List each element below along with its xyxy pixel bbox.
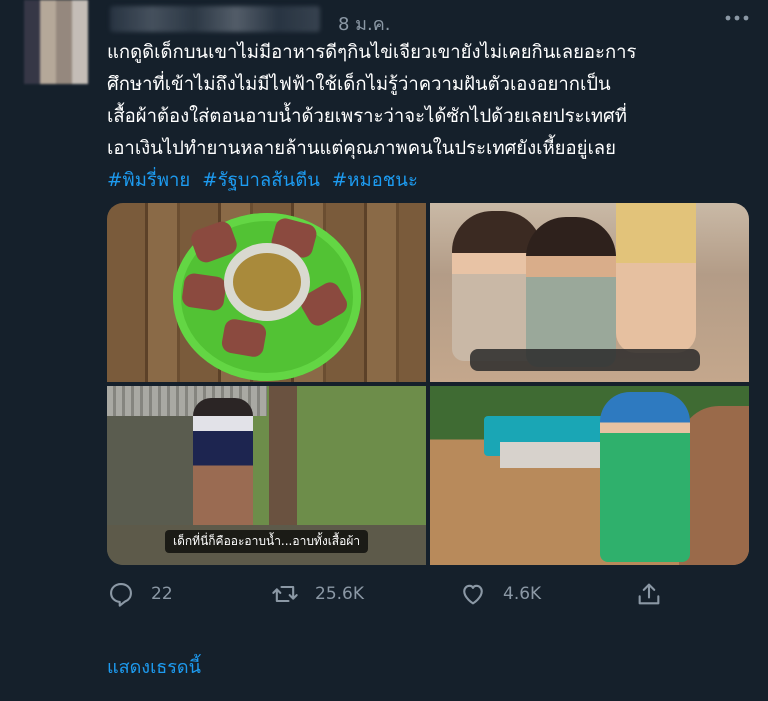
photo-children[interactable] xyxy=(430,203,749,382)
child xyxy=(526,217,616,367)
tweet-date[interactable]: 8 ม.ค. xyxy=(338,9,391,38)
reply-icon xyxy=(110,583,132,607)
blurred-username[interactable] xyxy=(110,6,320,32)
tweet-line: เอาเงินไปทำยานหลายล้านแต่คุณภาพคนในประเท… xyxy=(107,138,616,159)
tweet-actions: 22 25.6K 4.6K xyxy=(107,580,747,616)
reply-button[interactable]: 22 xyxy=(107,580,173,608)
house-wall xyxy=(500,442,600,468)
like-button[interactable]: 4.6K xyxy=(459,580,541,608)
photo-village[interactable] xyxy=(430,386,749,565)
more-icon[interactable] xyxy=(724,6,750,27)
woman xyxy=(600,392,690,562)
tweet-text: แกดูดิเด็กบนเขาไม่มีอาหารดีๆกินไข่เจียวเ… xyxy=(107,37,747,197)
tweet-line: ศึกษาที่เข้าไม่ถึงไม่มีไฟฟ้าใช้เด็กไม่รู… xyxy=(107,74,611,95)
hashtag-link[interactable]: #พิมรี่พาย xyxy=(107,170,190,191)
heart-icon xyxy=(463,584,483,605)
hashtag-link[interactable]: #หมอชนะ xyxy=(332,170,418,191)
photo-food[interactable] xyxy=(107,203,426,382)
like-count: 4.6K xyxy=(503,584,542,604)
hashtags: #พิมรี่พาย #รัฐบาลส้นตีน #หมอชนะ xyxy=(107,165,747,197)
share-button[interactable] xyxy=(635,580,679,608)
photo-grid: เด็กที่นี่ก็คืออะอาบน้ำ...อาบทั้งเสื้อผ้… xyxy=(107,203,749,565)
curry xyxy=(233,253,301,311)
retweet-icon xyxy=(272,585,298,603)
shoes xyxy=(470,349,700,371)
tweet-line: แกดูดิเด็กบนเขาไม่มีอาหารดีๆกินไข่เจียวเ… xyxy=(107,42,637,63)
retweet-button[interactable]: 25.6K xyxy=(271,580,364,608)
standing-person xyxy=(616,203,696,353)
food-item xyxy=(180,272,228,312)
food-item xyxy=(220,317,268,359)
reply-count: 22 xyxy=(151,584,173,604)
photo-girl-bathing[interactable]: เด็กที่นี่ก็คืออะอาบน้ำ...อาบทั้งเสื้อผ้… xyxy=(107,386,426,565)
hashtag-link[interactable]: #รัฐบาลส้นตีน xyxy=(202,170,320,191)
tweet-line: เสื้อผ้าต้องใส่ตอนอาบน้ำด้วยเพราะว่าจะได… xyxy=(107,106,627,127)
photo-caption: เด็กที่นี่ก็คืออะอาบน้ำ...อาบทั้งเสื้อผ้… xyxy=(165,530,369,553)
avatar[interactable] xyxy=(8,0,88,84)
show-thread-link[interactable]: แสดงเธรดนี้ xyxy=(107,652,201,681)
retweet-count: 25.6K xyxy=(315,584,364,604)
share-icon xyxy=(638,583,660,605)
